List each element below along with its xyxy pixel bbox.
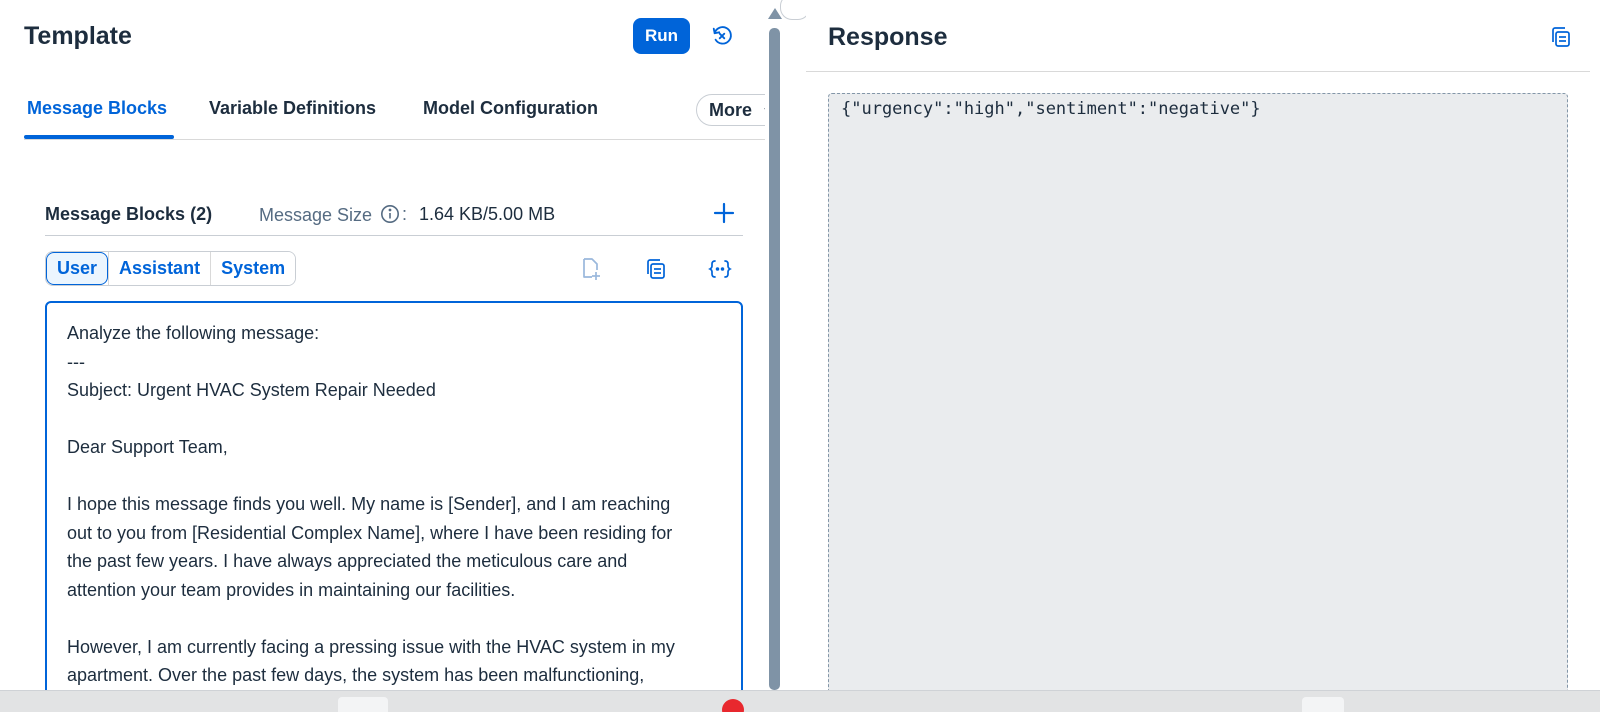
run-button[interactable]: Run [633,18,690,54]
role-system[interactable]: System [210,252,296,285]
role-selector: User Assistant System [45,251,297,286]
editor-line: However, I am currently facing a pressin… [67,636,675,657]
copy-block-button[interactable] [642,255,670,283]
editor-line: Subject: Urgent HVAC System Repair Neede… [67,380,436,400]
editor-line: I hope this message finds you well. My n… [67,494,671,514]
response-output[interactable]: {"urgency":"high","sentiment":"negative"… [828,93,1568,703]
notification-dot-icon[interactable] [722,699,744,712]
message-size-value: 1.64 KB/5.00 MB [419,204,556,224]
editor-line: attention your team provides in maintain… [67,579,516,600]
editor-line: the past few years. I have always apprec… [67,551,628,571]
message-size-label: Message Size [259,205,373,225]
editor-line: Dear Support Team, [67,437,228,457]
copy-response-button[interactable] [1548,24,1574,50]
template-panel: Template Run Message Blocks Variable Def… [0,0,765,690]
active-tab-indicator [24,135,174,139]
bottom-bar [0,690,1600,712]
add-block-icon [583,258,600,280]
response-header: Response [806,0,1590,72]
reset-icon [712,26,732,45]
editor-line: Analyze the following message: [67,323,320,343]
reset-button[interactable] [708,22,736,50]
copy-icon [1552,27,1570,47]
message-size-colon: : [402,204,408,224]
bottom-tab[interactable] [338,697,388,712]
message-blocks-title: Message Blocks (2) [45,204,213,224]
role-user[interactable]: User [46,252,109,285]
response-title: Response [828,23,948,51]
more-tabs-button[interactable]: More [696,94,765,126]
plus-icon [713,202,735,224]
copy-icon [647,259,665,279]
editor-line: --- [67,351,85,372]
tab-model-configuration[interactable]: Model Configuration [423,98,598,119]
panel-splitter-scrollbar[interactable] [769,28,780,690]
message-blocks-header: Message Blocks (2) Message Size : 1.64 K… [45,198,743,236]
add-block-button[interactable] [576,255,604,283]
editor-line: apartment. Over the past few days, the s… [67,665,645,685]
variable-icon [708,260,732,278]
bottom-tab[interactable] [1302,697,1344,712]
editor-line: out to you from [Residential Complex Nam… [67,522,673,543]
more-label: More [709,99,753,120]
response-text: {"urgency":"high","sentiment":"negative"… [841,99,1261,119]
role-assistant[interactable]: Assistant [108,252,211,285]
response-panel: Response {"urgency":"high","sentiment":"… [806,0,1590,703]
tab-variable-definitions[interactable]: Variable Definitions [209,98,376,119]
chevron-down-icon [764,107,765,109]
tab-message-blocks[interactable]: Message Blocks [27,98,167,119]
template-tabbar: Message Blocks Variable Definitions Mode… [24,90,765,140]
template-title: Template [24,22,132,50]
add-message-block-button[interactable] [709,198,739,228]
insert-variable-button[interactable] [706,255,734,283]
message-content-editor[interactable]: Analyze the following message: --- Subject… [45,301,743,690]
info-icon[interactable] [380,204,400,224]
